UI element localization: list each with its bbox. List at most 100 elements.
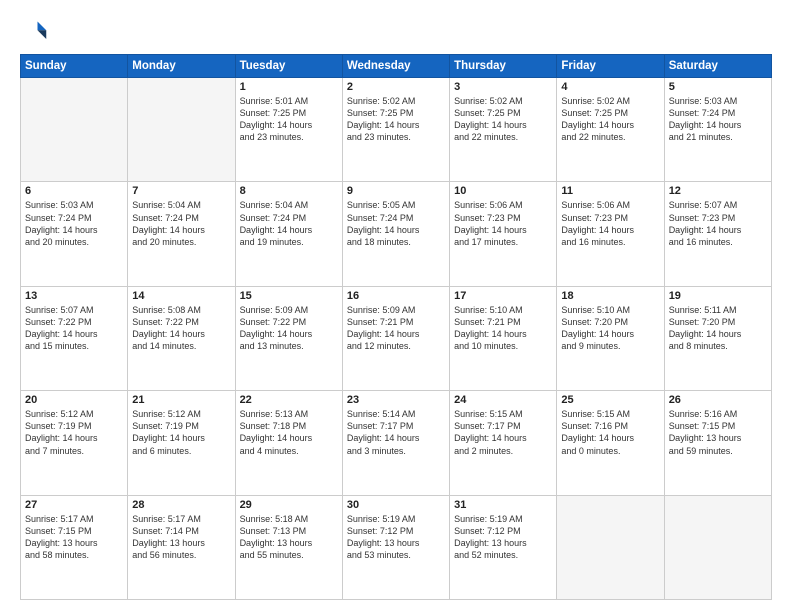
day-number: 30 (347, 499, 445, 511)
calendar-cell: 22Sunrise: 5:13 AM Sunset: 7:18 PM Dayli… (235, 391, 342, 495)
day-number: 29 (240, 499, 338, 511)
cell-text: Sunrise: 5:15 AM Sunset: 7:17 PM Dayligh… (454, 408, 552, 457)
cell-text: Sunrise: 5:09 AM Sunset: 7:21 PM Dayligh… (347, 304, 445, 353)
calendar-header-row: SundayMondayTuesdayWednesdayThursdayFrid… (21, 55, 772, 78)
page: SundayMondayTuesdayWednesdayThursdayFrid… (0, 0, 792, 612)
calendar-cell: 18 Sunrise: 5:10 AM Sunset: 7:20 PM Dayli… (557, 286, 664, 390)
cell-text: Sunrise: 5:12 AM Sunset: 7:19 PM Dayligh… (25, 408, 123, 457)
day-number: 9 (347, 185, 445, 197)
cell-text: Sunrise: 5:12 AM Sunset: 7:19 PM Dayligh… (132, 408, 230, 457)
calendar-cell: 7Sunrise: 5:04 AM Sunset: 7:24 PM Daylig… (128, 182, 235, 286)
calendar-cell: 8Sunrise: 5:04 AM Sunset: 7:24 PM Daylig… (235, 182, 342, 286)
col-header-monday: Monday (128, 55, 235, 78)
col-header-thursday: Thursday (450, 55, 557, 78)
cell-text: Sunrise: 5:07 AM Sunset: 7:23 PM Dayligh… (669, 199, 767, 248)
cell-text: Sunrise: 5:14 AM Sunset: 7:17 PM Dayligh… (347, 408, 445, 457)
day-number: 17 (454, 290, 552, 302)
calendar-cell: 25Sunrise: 5:15 AM Sunset: 7:16 PM Dayli… (557, 391, 664, 495)
cell-text: Sunrise: 5:06 AM Sunset: 7:23 PM Dayligh… (454, 199, 552, 248)
calendar-cell: 3 Sunrise: 5:02 AM Sunset: 7:25 PM Daylig… (450, 78, 557, 182)
day-number: 15 (240, 290, 338, 302)
day-number: 2 (347, 81, 445, 93)
cell-text: Sunrise: 5:17 AM Sunset: 7:15 PM Dayligh… (25, 513, 123, 562)
calendar-week-4: 20 Sunrise: 5:12 AM Sunset: 7:19 PM Dayli… (21, 391, 772, 495)
cell-text: Sunrise: 5:11 AM Sunset: 7:20 PM Dayligh… (669, 304, 767, 353)
cell-text: Sunrise: 5:06 AM Sunset: 7:23 PM Dayligh… (561, 199, 659, 248)
header (20, 18, 772, 46)
cell-text: Sunrise: 5:01 AM Sunset: 7:25 PM Dayligh… (240, 95, 338, 144)
cell-text: Sunrise: 5:10 AM Sunset: 7:20 PM Dayligh… (561, 304, 659, 353)
calendar-cell: 9 Sunrise: 5:05 AM Sunset: 7:24 PM Daylig… (342, 182, 449, 286)
col-header-sunday: Sunday (21, 55, 128, 78)
day-number: 6 (25, 185, 123, 197)
day-number: 10 (454, 185, 552, 197)
calendar-cell: 16Sunrise: 5:09 AM Sunset: 7:21 PM Dayli… (342, 286, 449, 390)
logo (20, 18, 52, 46)
calendar-cell: 31 Sunrise: 5:19 AM Sunset: 7:12 PM Dayli… (450, 495, 557, 599)
calendar-cell: 10 Sunrise: 5:06 AM Sunset: 7:23 PM Dayli… (450, 182, 557, 286)
cell-text: Sunrise: 5:10 AM Sunset: 7:21 PM Dayligh… (454, 304, 552, 353)
day-number: 20 (25, 394, 123, 406)
calendar-week-2: 6 Sunrise: 5:03 AM Sunset: 7:24 PM Daylig… (21, 182, 772, 286)
day-number: 26 (669, 394, 767, 406)
calendar-cell (128, 78, 235, 182)
calendar-cell: 4Sunrise: 5:02 AM Sunset: 7:25 PM Daylig… (557, 78, 664, 182)
day-number: 19 (669, 290, 767, 302)
calendar-cell: 1 Sunrise: 5:01 AM Sunset: 7:25 PM Daylig… (235, 78, 342, 182)
day-number: 11 (561, 185, 659, 197)
cell-text: Sunrise: 5:13 AM Sunset: 7:18 PM Dayligh… (240, 408, 338, 457)
logo-icon (20, 18, 48, 46)
cell-text: Sunrise: 5:15 AM Sunset: 7:16 PM Dayligh… (561, 408, 659, 457)
day-number: 3 (454, 81, 552, 93)
calendar-cell: 21 Sunrise: 5:12 AM Sunset: 7:19 PM Dayli… (128, 391, 235, 495)
day-number: 1 (240, 81, 338, 93)
cell-text: Sunrise: 5:19 AM Sunset: 7:12 PM Dayligh… (347, 513, 445, 562)
day-number: 27 (25, 499, 123, 511)
calendar-cell: 27 Sunrise: 5:17 AM Sunset: 7:15 PM Dayli… (21, 495, 128, 599)
calendar-cell (21, 78, 128, 182)
day-number: 23 (347, 394, 445, 406)
calendar-cell: 26Sunrise: 5:16 AM Sunset: 7:15 PM Dayli… (664, 391, 771, 495)
cell-text: Sunrise: 5:09 AM Sunset: 7:22 PM Dayligh… (240, 304, 338, 353)
calendar-table: SundayMondayTuesdayWednesdayThursdayFrid… (20, 54, 772, 600)
cell-text: Sunrise: 5:02 AM Sunset: 7:25 PM Dayligh… (454, 95, 552, 144)
cell-text: Sunrise: 5:18 AM Sunset: 7:13 PM Dayligh… (240, 513, 338, 562)
day-number: 8 (240, 185, 338, 197)
calendar-cell: 20 Sunrise: 5:12 AM Sunset: 7:19 PM Dayli… (21, 391, 128, 495)
calendar-cell: 19 Sunrise: 5:11 AM Sunset: 7:20 PM Dayli… (664, 286, 771, 390)
day-number: 13 (25, 290, 123, 302)
col-header-saturday: Saturday (664, 55, 771, 78)
cell-text: Sunrise: 5:08 AM Sunset: 7:22 PM Dayligh… (132, 304, 230, 353)
calendar-cell: 6 Sunrise: 5:03 AM Sunset: 7:24 PM Daylig… (21, 182, 128, 286)
day-number: 31 (454, 499, 552, 511)
calendar-cell: 11 Sunrise: 5:06 AM Sunset: 7:23 PM Dayli… (557, 182, 664, 286)
day-number: 4 (561, 81, 659, 93)
col-header-tuesday: Tuesday (235, 55, 342, 78)
day-number: 21 (132, 394, 230, 406)
calendar-cell: 12 Sunrise: 5:07 AM Sunset: 7:23 PM Dayli… (664, 182, 771, 286)
cell-text: Sunrise: 5:05 AM Sunset: 7:24 PM Dayligh… (347, 199, 445, 248)
day-number: 5 (669, 81, 767, 93)
calendar-cell: 2 Sunrise: 5:02 AM Sunset: 7:25 PM Daylig… (342, 78, 449, 182)
cell-text: Sunrise: 5:03 AM Sunset: 7:24 PM Dayligh… (669, 95, 767, 144)
cell-text: Sunrise: 5:02 AM Sunset: 7:25 PM Dayligh… (347, 95, 445, 144)
cell-text: Sunrise: 5:17 AM Sunset: 7:14 PM Dayligh… (132, 513, 230, 562)
calendar-cell: 13Sunrise: 5:07 AM Sunset: 7:22 PM Dayli… (21, 286, 128, 390)
day-number: 14 (132, 290, 230, 302)
col-header-wednesday: Wednesday (342, 55, 449, 78)
calendar-cell: 28Sunrise: 5:17 AM Sunset: 7:14 PM Dayli… (128, 495, 235, 599)
day-number: 12 (669, 185, 767, 197)
day-number: 18 (561, 290, 659, 302)
cell-text: Sunrise: 5:19 AM Sunset: 7:12 PM Dayligh… (454, 513, 552, 562)
cell-text: Sunrise: 5:03 AM Sunset: 7:24 PM Dayligh… (25, 199, 123, 248)
calendar-cell: 24 Sunrise: 5:15 AM Sunset: 7:17 PM Dayli… (450, 391, 557, 495)
calendar-week-3: 13Sunrise: 5:07 AM Sunset: 7:22 PM Dayli… (21, 286, 772, 390)
calendar-cell: 29 Sunrise: 5:18 AM Sunset: 7:13 PM Dayli… (235, 495, 342, 599)
col-header-friday: Friday (557, 55, 664, 78)
cell-text: Sunrise: 5:04 AM Sunset: 7:24 PM Dayligh… (132, 199, 230, 248)
calendar-cell (664, 495, 771, 599)
calendar-cell: 30 Sunrise: 5:19 AM Sunset: 7:12 PM Dayli… (342, 495, 449, 599)
calendar-cell: 15 Sunrise: 5:09 AM Sunset: 7:22 PM Dayli… (235, 286, 342, 390)
calendar-cell: 17 Sunrise: 5:10 AM Sunset: 7:21 PM Dayli… (450, 286, 557, 390)
day-number: 24 (454, 394, 552, 406)
